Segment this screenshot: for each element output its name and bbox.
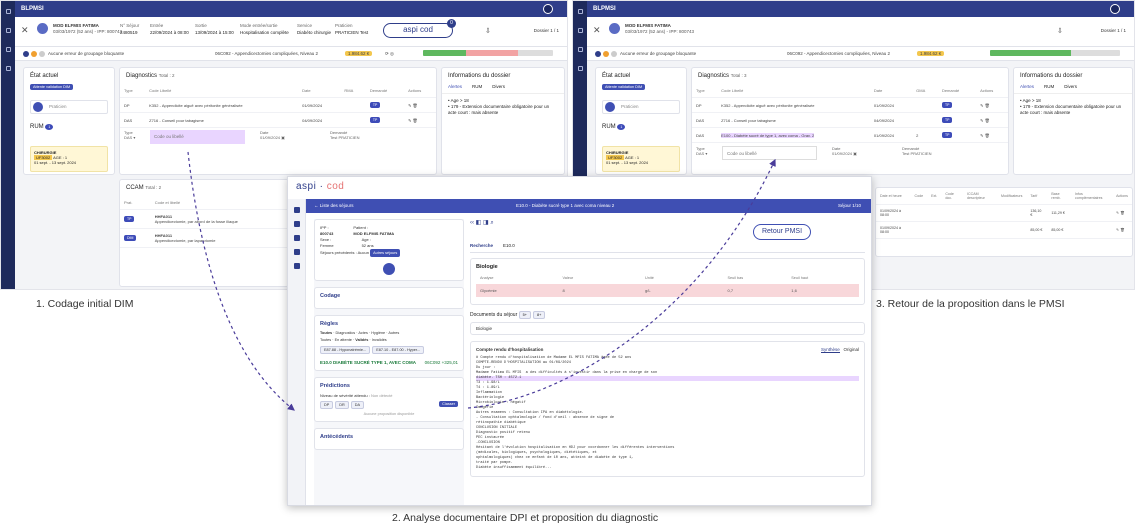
caption-step-1: 1. Codage initial DIM	[36, 298, 134, 310]
caption-step-3: 3. Retour de la proposition dans le PMSI	[876, 298, 1065, 310]
arrow-codage-to-dpi	[187, 151, 295, 411]
caption-step-2: 2. Analyse documentaire DPI et propositi…	[392, 512, 659, 524]
flow-arrows	[187, 151, 776, 411]
arrow-dpi-to-proposal	[467, 158, 776, 409]
